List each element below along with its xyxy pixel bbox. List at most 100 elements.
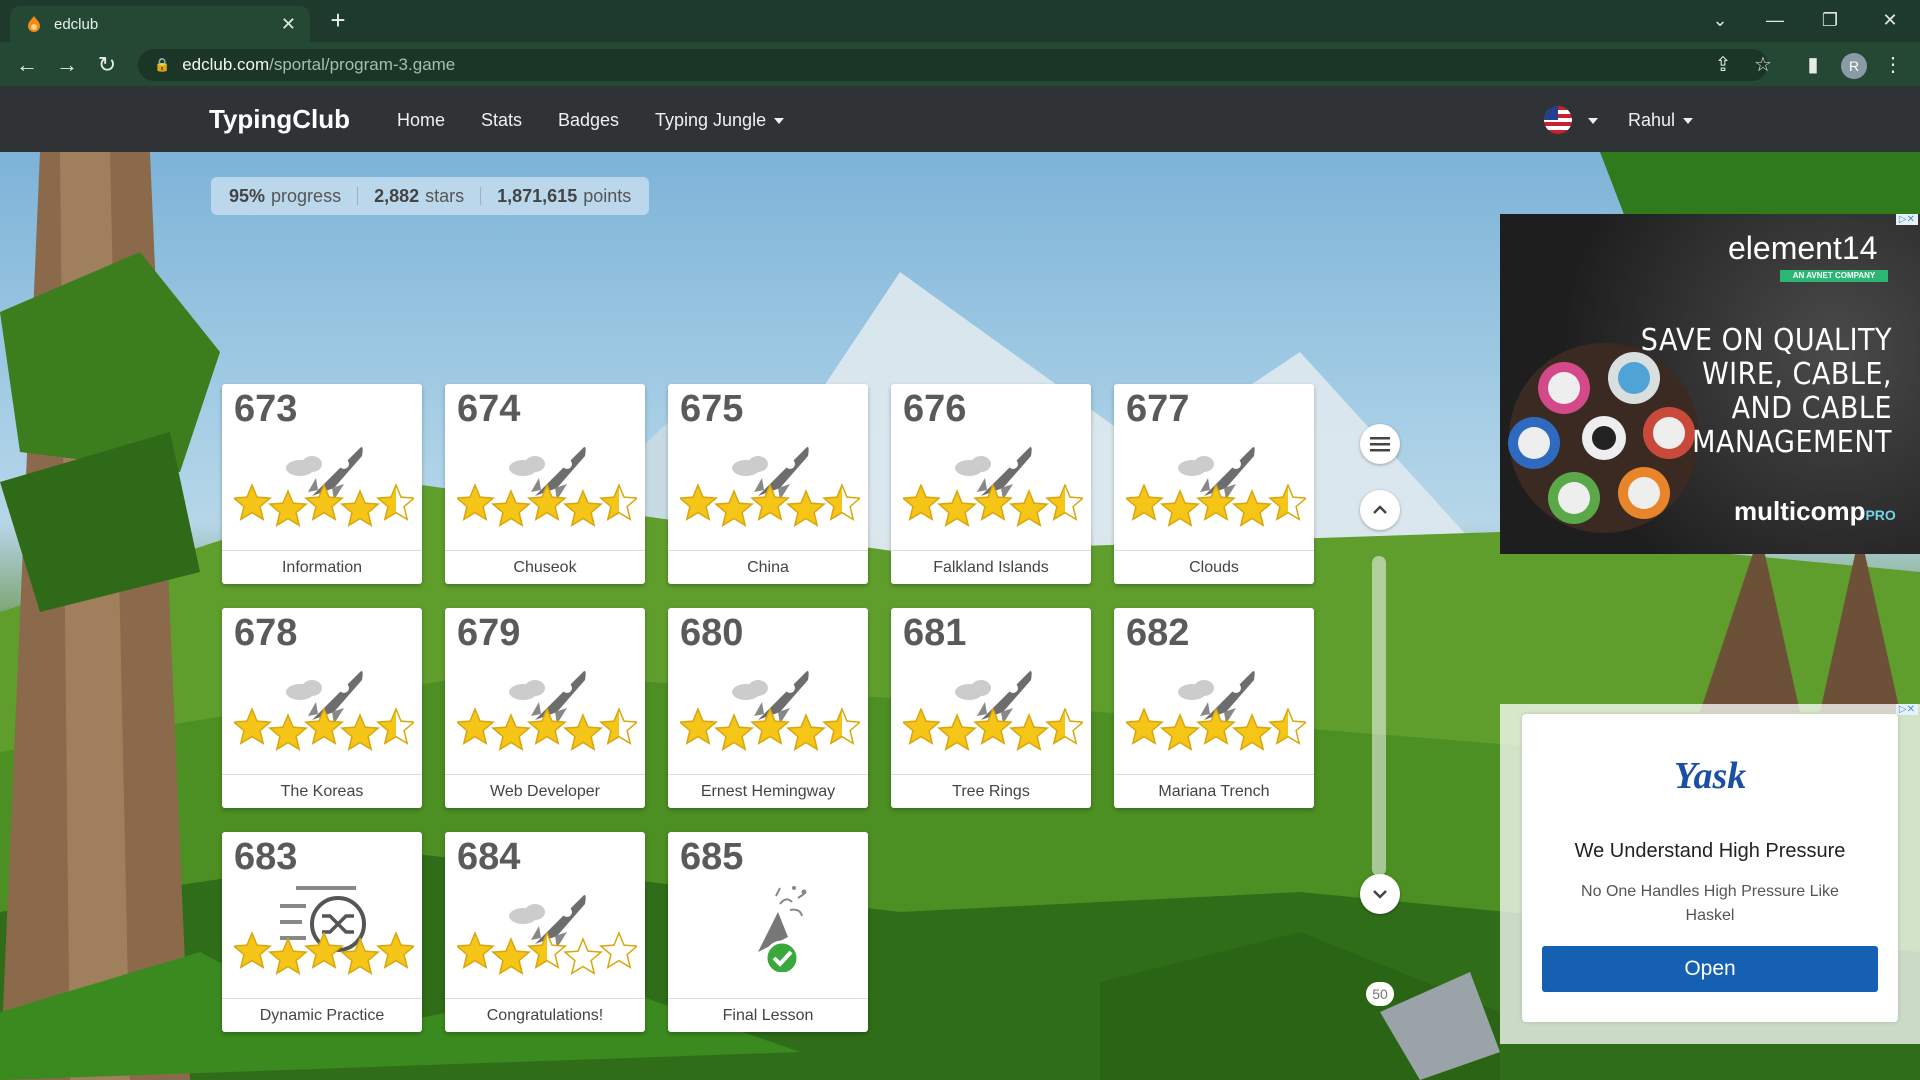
- divider: [480, 187, 482, 205]
- star-icon: [304, 708, 344, 745]
- star-icon: [563, 489, 603, 527]
- star-icon: [750, 484, 790, 521]
- lesson-card[interactable]: 683 Dynamic Practice: [222, 832, 422, 1032]
- reload-icon[interactable]: ↻: [92, 50, 122, 80]
- star-rating: [680, 484, 860, 527]
- side-panel-icon[interactable]: ▮: [1800, 52, 1826, 77]
- star-icon: [268, 713, 308, 751]
- tab-search-icon[interactable]: ⌄: [1690, 0, 1750, 40]
- star-icon: [1009, 713, 1049, 751]
- star-icon: [973, 708, 1013, 745]
- lesson-card[interactable]: 674 Chuseok: [445, 384, 645, 584]
- star-icon: [340, 489, 380, 527]
- star-icon: [1009, 489, 1049, 527]
- new-tab-button[interactable]: +: [324, 6, 352, 34]
- ad-choices-icon[interactable]: ▷✕: [1895, 704, 1918, 715]
- user-name: Rahul: [1628, 110, 1676, 130]
- star-icon: [340, 937, 380, 975]
- lesson-number: 682: [1126, 612, 1190, 654]
- close-window-icon[interactable]: ✕: [1860, 0, 1920, 40]
- lesson-title: China: [668, 550, 868, 584]
- lesson-card[interactable]: 675 China: [668, 384, 868, 584]
- star-icon: [268, 937, 308, 975]
- lesson-card[interactable]: 676 Falkland Islands: [891, 384, 1091, 584]
- star-icon: [1126, 708, 1164, 745]
- scroll-down-button[interactable]: [1360, 874, 1400, 914]
- lesson-number: 674: [457, 388, 521, 430]
- lesson-card[interactable]: 673 Information: [222, 384, 422, 584]
- nav-stats[interactable]: Stats: [481, 110, 522, 131]
- nav-badges[interactable]: Badges: [558, 110, 619, 131]
- nav-home[interactable]: Home: [397, 110, 445, 131]
- scroll-track[interactable]: [1372, 556, 1386, 876]
- star-icon: [234, 708, 272, 745]
- lesson-number: 685: [680, 836, 744, 878]
- lesson-number: 680: [680, 612, 744, 654]
- ad-element14[interactable]: ▷✕ element14 AN AVNET COMPANY SAVE ON QU…: [1500, 214, 1920, 554]
- star-icon: [786, 489, 826, 527]
- url-field[interactable]: 🔒 edclub.com/sportal/program-3.game: [138, 49, 1768, 81]
- star-icon: [1232, 713, 1272, 751]
- url-path: /sportal/program-3.game: [269, 55, 456, 74]
- ad-headline-line: WIRE, CABLE,: [1701, 357, 1892, 392]
- star-icon: [1232, 489, 1272, 527]
- lock-icon: 🔒: [154, 57, 171, 72]
- site-logo[interactable]: TypingClub: [209, 104, 350, 135]
- site-navbar: TypingClub Home Stats Badges Typing Jung…: [0, 86, 1920, 152]
- lesson-card[interactable]: 678 The Koreas: [222, 608, 422, 808]
- ad-open-button[interactable]: Open: [1542, 946, 1878, 992]
- address-bar-row: ← → ↻ 🔒 edclub.com/sportal/program-3.gam…: [0, 42, 1920, 86]
- menu-kebab-icon[interactable]: ⋮: [1880, 52, 1906, 77]
- lesson-title: The Koreas: [222, 774, 422, 808]
- bookmark-star-icon[interactable]: ☆: [1750, 52, 1776, 77]
- profile-avatar[interactable]: R: [1841, 53, 1867, 79]
- scroll-position-badge: 50: [1366, 982, 1394, 1006]
- lesson-title: Web Developer: [445, 774, 645, 808]
- lesson-title: Mariana Trench: [1114, 774, 1314, 808]
- lesson-card[interactable]: 680 Ernest Hemingway: [668, 608, 868, 808]
- user-menu[interactable]: Rahul: [1628, 110, 1694, 131]
- nav-typing-jungle[interactable]: Typing Jungle: [655, 110, 785, 131]
- lesson-number: 676: [903, 388, 967, 430]
- ad-haskel: ▷✕ Yask We Understand High Pressure No O…: [1500, 704, 1920, 1044]
- star-icon: [527, 932, 567, 969]
- tab-close-icon[interactable]: ✕: [281, 14, 296, 35]
- back-icon[interactable]: ←: [12, 50, 42, 80]
- divider: [357, 187, 359, 205]
- lesson-card[interactable]: 684 Congratulations!: [445, 832, 645, 1032]
- restore-icon[interactable]: ❐: [1800, 0, 1860, 40]
- lesson-card[interactable]: 685 Final Lesson: [668, 832, 868, 1032]
- star-icon: [491, 713, 531, 751]
- lesson-card[interactable]: 681 Tree Rings: [891, 608, 1091, 808]
- tab-title: edclub: [54, 15, 99, 33]
- forward-icon[interactable]: →: [52, 50, 82, 80]
- lesson-card[interactable]: 677 Clouds: [1114, 384, 1314, 584]
- ad-product-suffix: PRO: [1865, 507, 1896, 523]
- star-icon: [563, 713, 603, 751]
- lesson-title: Chuseok: [445, 550, 645, 584]
- url-host: edclub.com: [182, 55, 270, 74]
- lesson-number: 675: [680, 388, 744, 430]
- ad-choices-icon[interactable]: ▷✕: [1895, 214, 1918, 225]
- share-icon[interactable]: ⇪: [1710, 52, 1736, 77]
- lesson-title: Final Lesson: [668, 998, 868, 1032]
- language-chevron-down-icon[interactable]: [1588, 118, 1598, 124]
- chevron-down-icon: [1683, 118, 1694, 125]
- ad-headline-line: AND CABLE: [1731, 391, 1892, 426]
- lesson-card[interactable]: 679 Web Developer: [445, 608, 645, 808]
- star-icon: [822, 484, 860, 521]
- minimize-icon[interactable]: —: [1745, 0, 1805, 40]
- browser-tab[interactable]: edclub ✕: [10, 6, 310, 42]
- us-flag-icon[interactable]: [1544, 106, 1572, 134]
- star-rating: [680, 708, 860, 751]
- lesson-number: 673: [234, 388, 298, 430]
- menu-lines-button[interactable]: [1360, 424, 1400, 464]
- ad-tagline: AN AVNET COMPANY: [1780, 270, 1888, 282]
- star-rating: [1126, 708, 1306, 751]
- scroll-up-button[interactable]: [1360, 490, 1400, 530]
- lesson-card[interactable]: 682 Mariana Trench: [1114, 608, 1314, 808]
- ad-card[interactable]: Yask We Understand High Pressure No One …: [1522, 714, 1898, 1022]
- star-icon: [1160, 489, 1200, 527]
- hamburger-icon: [1370, 437, 1390, 452]
- star-icon: [1160, 713, 1200, 751]
